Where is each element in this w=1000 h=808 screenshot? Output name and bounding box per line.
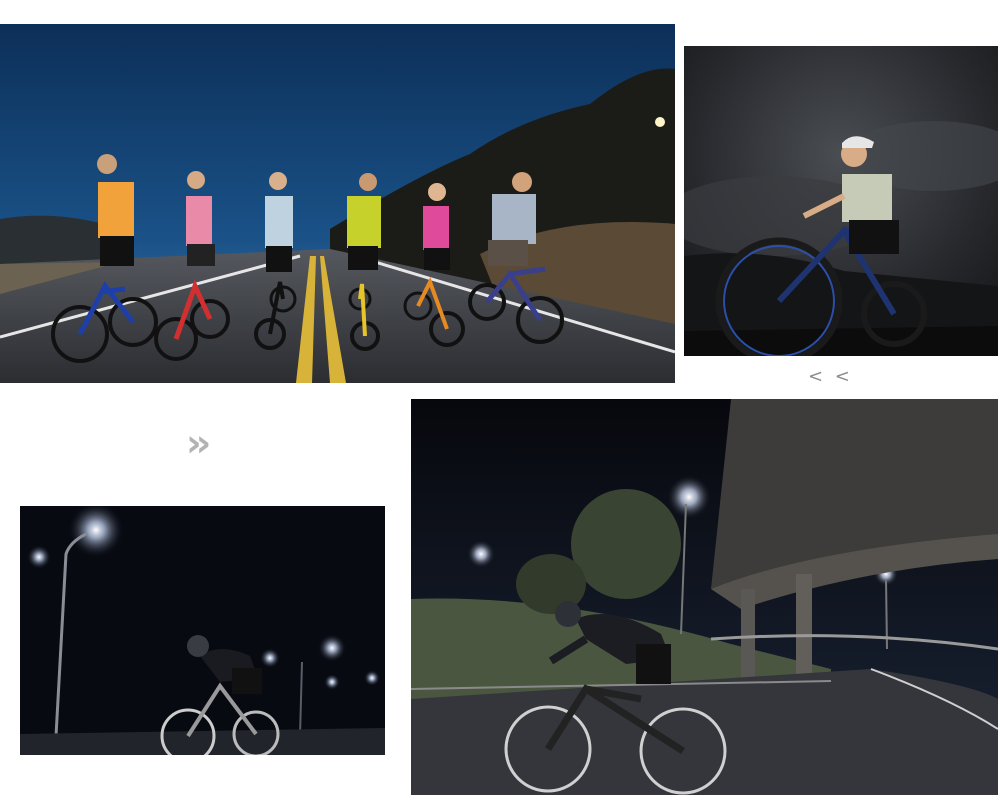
photo-overpass-night-image xyxy=(411,399,998,795)
photo-woman-cyclist xyxy=(684,46,998,356)
photo-overpass-night xyxy=(411,399,998,795)
photo-group-riders-image xyxy=(0,24,675,383)
photo-woman-cyclist-image xyxy=(684,46,998,356)
photo-night-street-image xyxy=(20,506,385,755)
arrow-left-icon: < < xyxy=(808,366,853,387)
arrow-right-icon: ›› xyxy=(186,421,211,465)
photo-group-riders xyxy=(0,24,675,383)
photo-night-street xyxy=(20,506,385,755)
